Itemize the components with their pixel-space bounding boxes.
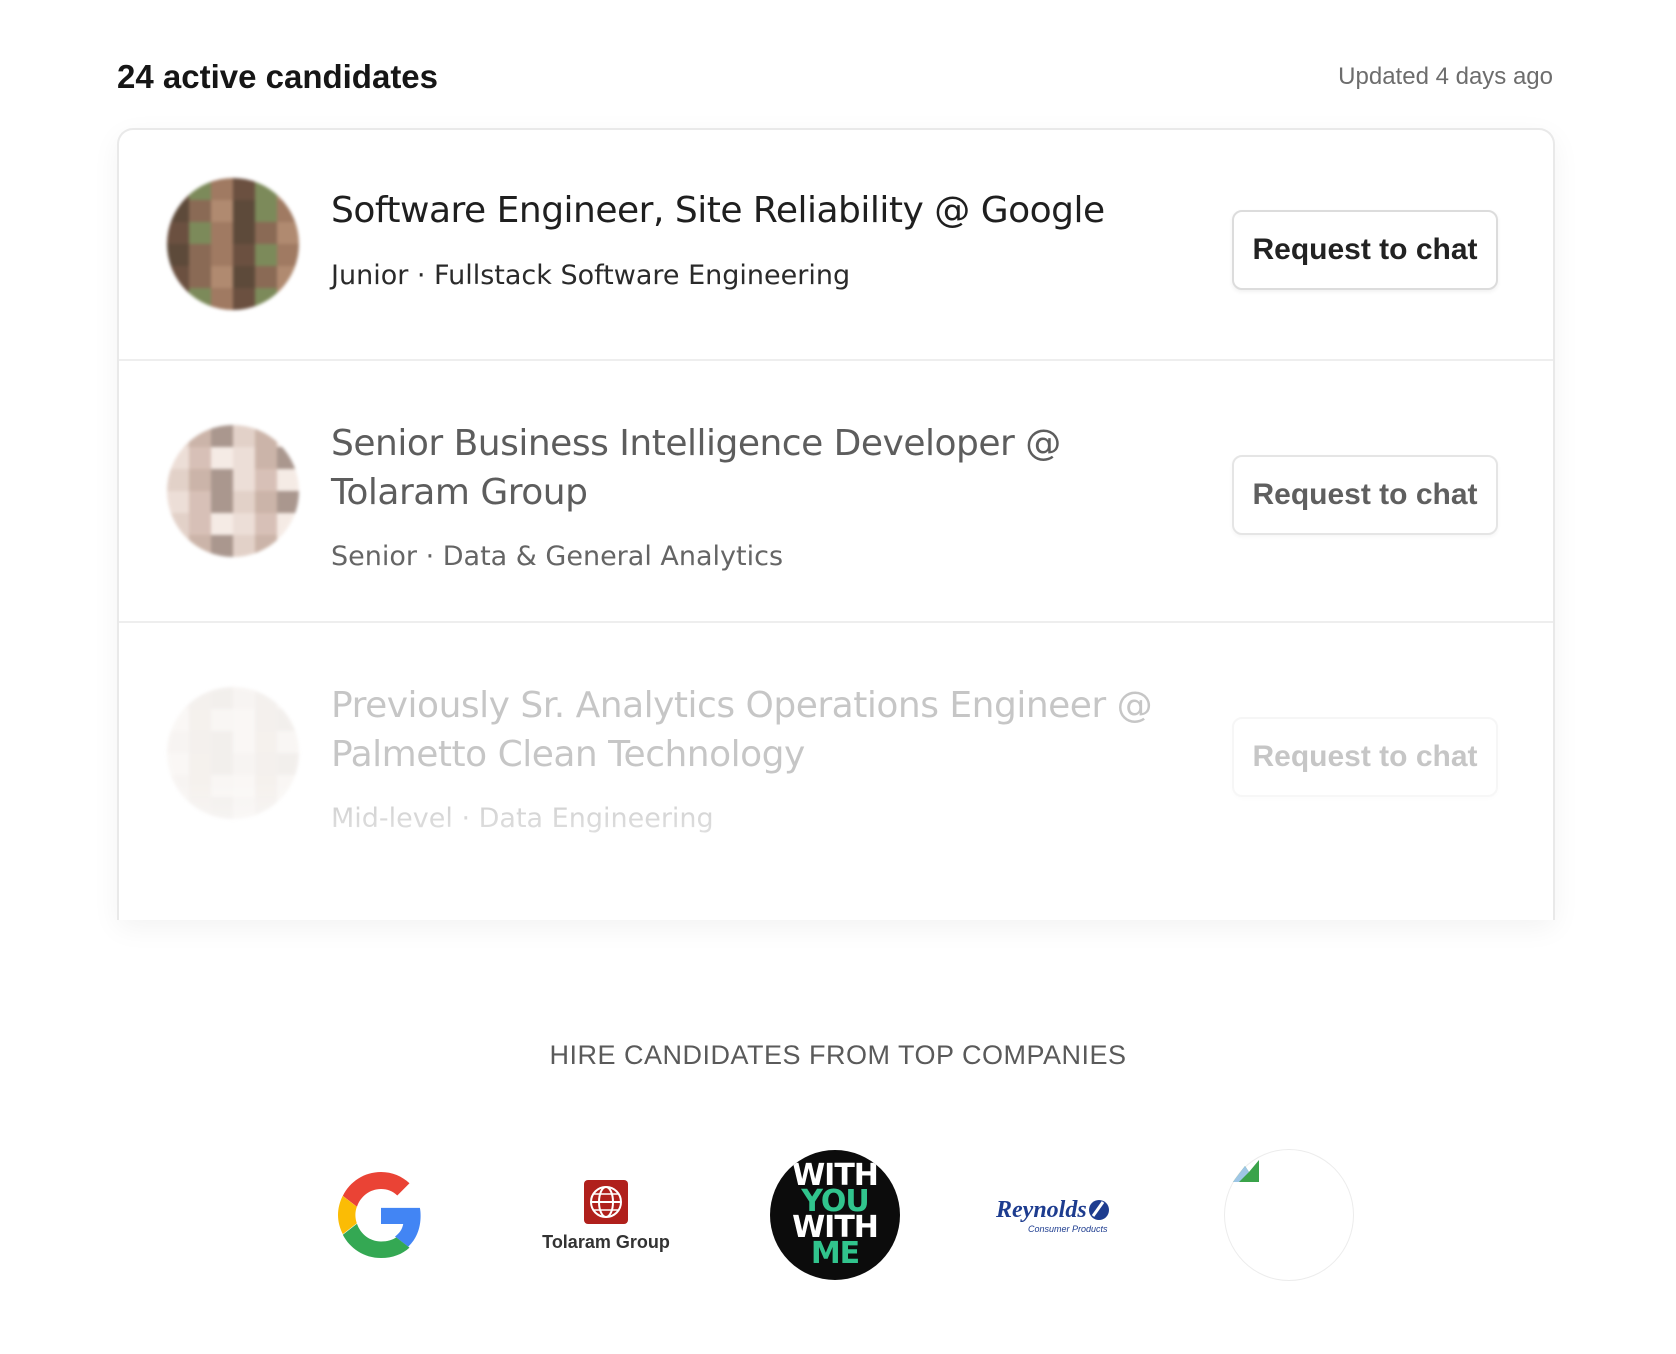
request-to-chat-button[interactable]: Request to chat bbox=[1232, 717, 1498, 797]
candidate-title: Software Engineer, Site Reliability @ Go… bbox=[331, 190, 1105, 231]
globe-icon bbox=[584, 1179, 628, 1224]
updated-timestamp: Updated 4 days ago bbox=[1338, 63, 1553, 90]
candidate-row: Previously Sr. Analytics Operations Engi… bbox=[119, 623, 1553, 920]
candidate-row: Software Engineer, Site Reliability @ Go… bbox=[119, 130, 1553, 361]
request-to-chat-button[interactable]: Request to chat bbox=[1232, 210, 1498, 290]
reynolds-swoosh-icon bbox=[1088, 1200, 1109, 1220]
avatar bbox=[167, 425, 299, 557]
broken-image-logo bbox=[1224, 1149, 1354, 1281]
reynolds-logo: Reynolds Consumer Products bbox=[996, 1150, 1126, 1280]
candidate-list: Software Engineer, Site Reliability @ Go… bbox=[117, 128, 1555, 920]
reynolds-logo-subtext: Consumer Products bbox=[1028, 1223, 1108, 1234]
candidate-row: Senior Business Intelligence Developer @… bbox=[119, 361, 1553, 623]
candidate-title: Senior Business Intelligence Developer @… bbox=[331, 423, 1061, 513]
candidate-count: 24 active candidates bbox=[117, 58, 439, 95]
tolaram-logo-text: Tolaram Group bbox=[542, 1231, 670, 1252]
broken-image-icon bbox=[1233, 1160, 1259, 1182]
candidate-subtitle: Junior · Fullstack Software Engineering bbox=[331, 260, 851, 291]
google-logo-icon bbox=[316, 1150, 446, 1280]
candidate-subtitle: Senior · Data & General Analytics bbox=[331, 541, 784, 572]
header: 24 active candidates Updated 4 days ago bbox=[117, 52, 1553, 102]
with-you-with-me-logo: WITH YOU WITH ME bbox=[770, 1150, 900, 1280]
hire-section-title: HIRE CANDIDATES FROM TOP COMPANIES bbox=[549, 1040, 1127, 1070]
avatar bbox=[167, 687, 299, 819]
request-to-chat-button[interactable]: Request to chat bbox=[1232, 455, 1498, 535]
reynolds-logo-text: Reynolds bbox=[996, 1196, 1087, 1223]
logo-line: ME bbox=[810, 1236, 860, 1271]
company-logos: Tolaram Group WITH YOU WITH ME Reynolds … bbox=[0, 1149, 1676, 1300]
candidate-subtitle: Mid-level · Data Engineering bbox=[331, 803, 714, 834]
tolaram-group-logo: Tolaram Group bbox=[541, 1150, 671, 1280]
candidate-title: Previously Sr. Analytics Operations Engi… bbox=[331, 685, 1153, 775]
avatar bbox=[167, 178, 299, 310]
